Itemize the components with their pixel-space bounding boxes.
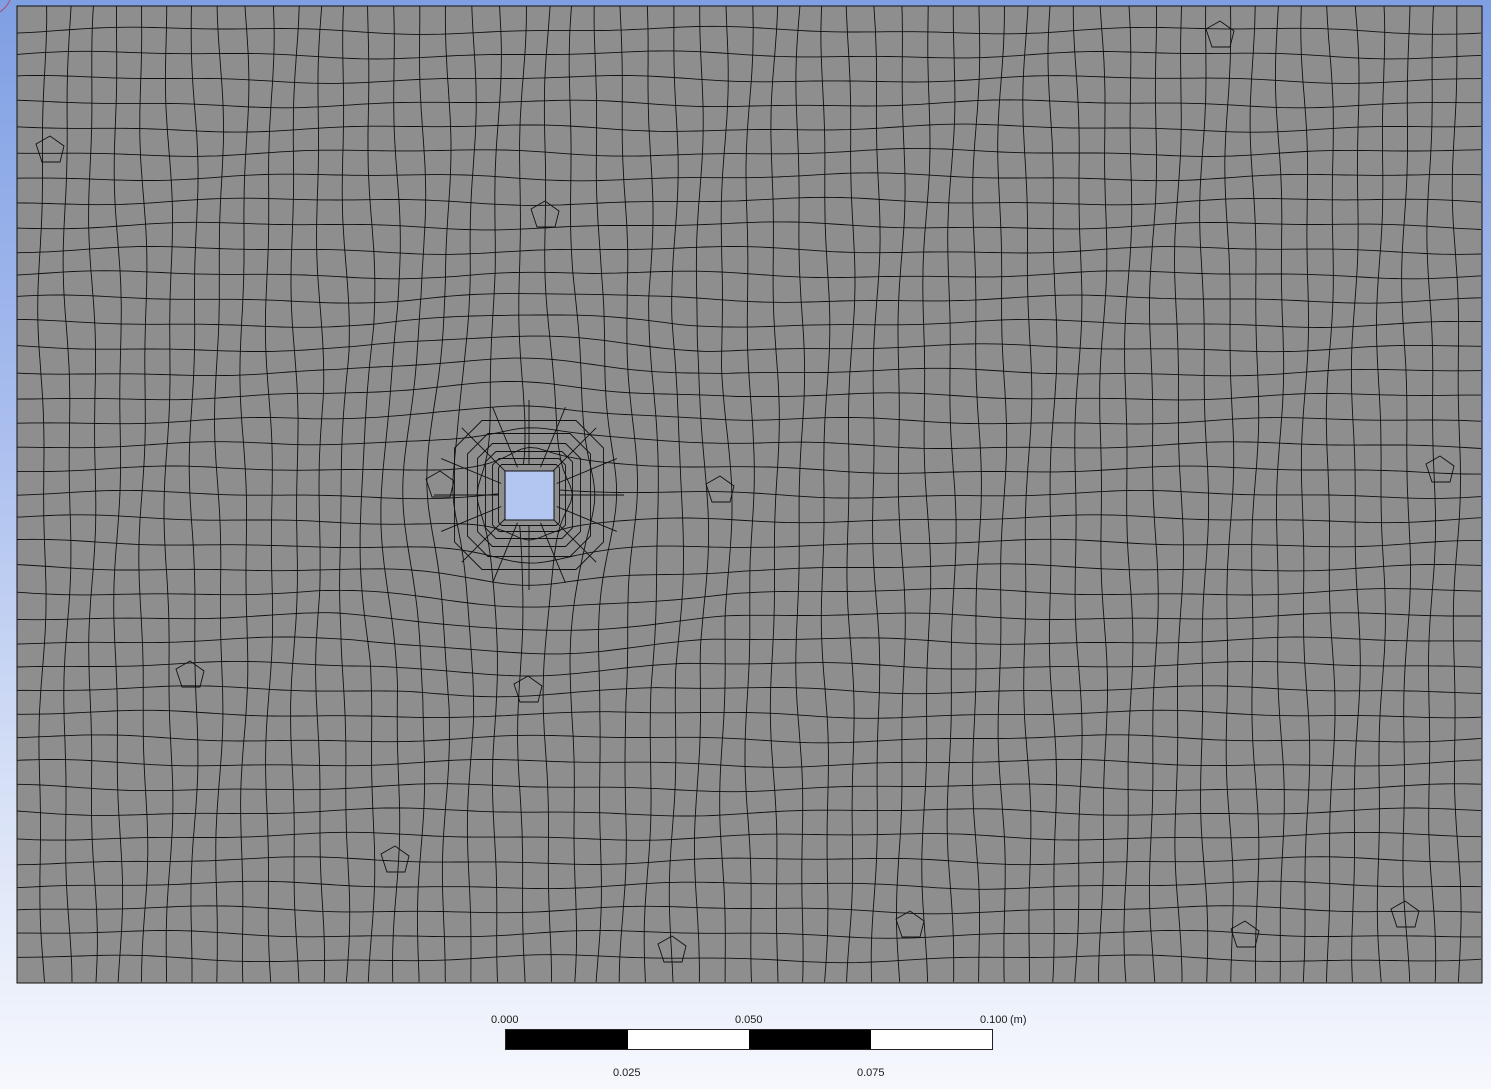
scale-segment-2	[627, 1030, 749, 1049]
scale-bar	[505, 1029, 993, 1050]
scale-segment-4	[870, 1030, 992, 1049]
scale-segment-3	[749, 1030, 871, 1049]
scale-label-025: 0.025	[613, 1067, 641, 1079]
scale-unit-label: (m)	[1010, 1014, 1027, 1026]
scale-segment-1	[506, 1030, 628, 1049]
scale-label-075: 0.075	[857, 1067, 885, 1079]
scale-label-050: 0.050	[735, 1014, 763, 1026]
graphics-viewport[interactable]: 0.000 0.050 0.100 (m) 0.025 0.075	[0, 0, 1491, 1089]
scale-label-100: 0.100	[980, 1014, 1008, 1026]
mesh-canvas[interactable]	[0, 0, 1491, 1089]
square-obstacle-hole[interactable]	[504, 470, 555, 521]
scale-label-0: 0.000	[491, 1014, 519, 1026]
